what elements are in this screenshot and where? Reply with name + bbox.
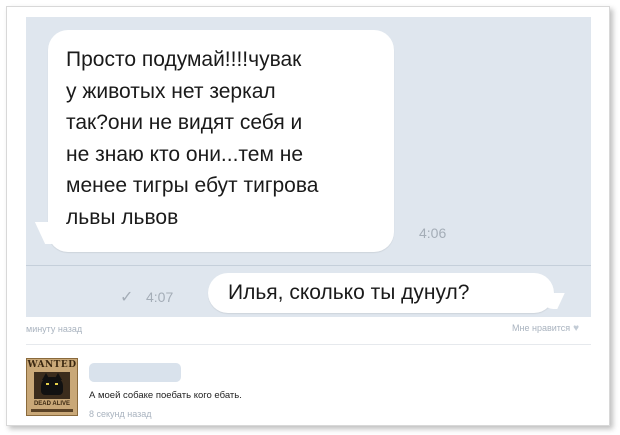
cat-eye-right [55,383,58,385]
avatar-caption: DEAD ALIVE [33,401,71,407]
commenter-avatar[interactable]: WANTED DEAD ALIVE [26,358,78,416]
outgoing-message-time: 4:07 [146,289,174,305]
incoming-message-text: Просто подумай!!!!чувак у животых нет зе… [66,48,319,229]
incoming-message-time: 4:06 [419,225,447,241]
read-check-icon: ✓ [120,289,134,306]
heart-icon: ♥ [573,323,580,334]
like-label: Мне нравится [512,323,571,333]
avatar-reward-bar [31,409,73,412]
comment-text: А моей собаке поебать кого ебать. [89,390,242,401]
chat-screenshot: Просто подумай!!!!чувак у животых нет зе… [26,17,591,317]
incoming-message-bubble: Просто подумай!!!!чувак у животых нет зе… [34,30,394,252]
incoming-bubble-tail [34,222,68,244]
outgoing-message-bubble: Илья, сколько ты дунул? [208,273,565,313]
post-frame: Просто подумай!!!!чувак у животых нет зе… [6,6,610,426]
post-timestamp[interactable]: минуту назад [26,324,82,334]
commenter-name-redacted[interactable] [89,363,181,382]
cat-icon [41,377,63,395]
comment-timestamp[interactable]: 8 секунд назад [89,409,152,419]
cat-eye-left [46,383,49,385]
outgoing-message-text: Илья, сколько ты дунул? [228,281,470,304]
avatar-wanted-title: WANTED [27,360,77,370]
chat-divider [26,265,591,266]
comment-separator [26,344,591,345]
like-button[interactable]: Мне нравится ♥ [512,323,579,334]
